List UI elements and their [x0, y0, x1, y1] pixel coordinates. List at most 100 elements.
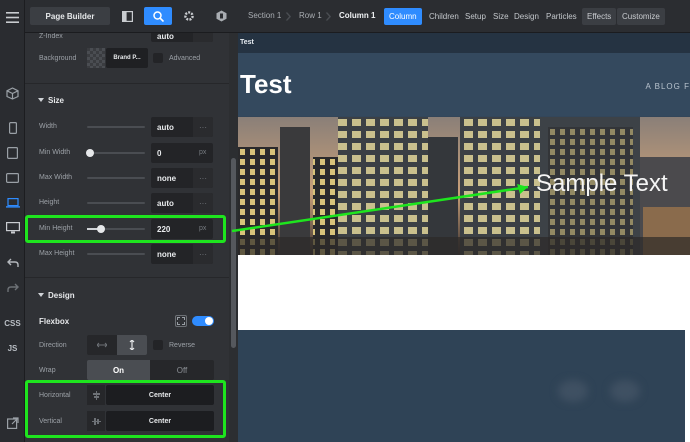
sample-text[interactable]: Sample Text [536, 170, 668, 198]
blurred-element [558, 380, 588, 402]
css-label: CSS [4, 318, 21, 328]
external-link-icon[interactable] [4, 416, 21, 430]
breadcrumb-column[interactable]: Column 1 [339, 11, 375, 20]
max-width-unit-button[interactable]: ··· [193, 168, 213, 188]
design-section-label: Design [48, 291, 75, 300]
tab-children[interactable]: Children [424, 8, 464, 25]
height-value: auto [157, 199, 174, 208]
panel-toggle-icon[interactable] [116, 7, 138, 25]
caret-down-icon [38, 98, 44, 102]
wrap-off-label: Off [176, 365, 188, 375]
min-width-slider-knob[interactable] [86, 149, 94, 157]
left-icon-rail: CSS JS [0, 0, 25, 442]
blurred-element [610, 380, 640, 402]
min-width-row: Min Width 0 px [25, 142, 236, 164]
tablet-portrait-icon[interactable] [4, 146, 21, 160]
undo-icon[interactable] [4, 256, 21, 270]
flexbox-label: Flexbox [39, 317, 70, 326]
background-swatch[interactable] [87, 48, 105, 68]
breadcrumb-section[interactable]: Section 1 [248, 11, 281, 20]
divider [25, 277, 236, 278]
canvas-top-label: Test [240, 39, 254, 46]
width-unit-button[interactable]: ··· [193, 117, 213, 137]
tab-design[interactable]: Design [509, 8, 544, 25]
reverse-label: Reverse [169, 342, 196, 349]
height-unit: ··· [199, 198, 207, 208]
tab-effects[interactable]: Effects [582, 8, 617, 25]
width-row: Width auto ··· [25, 116, 236, 138]
min-width-slider[interactable] [86, 149, 145, 157]
background-brand-value: Brand P... [113, 55, 141, 61]
flexbox-toggle[interactable] [192, 316, 214, 326]
max-height-label: Max Height [39, 250, 75, 257]
max-height-unit-button[interactable]: ··· [193, 244, 213, 264]
max-height-unit: ··· [199, 249, 207, 259]
cube-icon[interactable] [4, 86, 21, 100]
size-section-header[interactable]: Size [38, 96, 64, 105]
height-row: Height auto ··· [25, 192, 236, 214]
redo-icon[interactable] [4, 281, 21, 295]
site-title[interactable]: Test [240, 69, 292, 100]
hamburger-menu-icon[interactable] [4, 10, 21, 24]
tab-setup[interactable]: Setup [460, 8, 491, 25]
tab-column[interactable]: Column [384, 8, 422, 25]
width-slider[interactable] [87, 126, 145, 128]
zindex-label: Z-Index [39, 33, 63, 40]
tab-customize[interactable]: Customize [617, 8, 665, 25]
flexbox-row: Flexbox [25, 311, 236, 333]
size-section-label: Size [48, 96, 65, 105]
search-icon[interactable] [144, 7, 172, 25]
gear-icon[interactable] [178, 7, 200, 25]
city-night-image[interactable]: Sample Text [238, 117, 690, 255]
reverse-checkbox[interactable] [153, 340, 163, 350]
min-height-highlight [25, 215, 226, 243]
site-header [238, 53, 690, 116]
direction-row: Direction Reverse [25, 334, 236, 356]
wrap-label: Wrap [39, 367, 56, 374]
top-toolbar: Page Builder Section 1 › Row 1 › Column … [25, 0, 690, 33]
design-section-header[interactable]: Design [38, 291, 75, 300]
max-width-label: Max Width [39, 174, 73, 181]
footer-area [238, 330, 690, 442]
page-builder-button[interactable]: Page Builder [30, 7, 110, 25]
tab-particles[interactable]: Particles [541, 8, 582, 25]
direction-row-option[interactable] [87, 335, 117, 355]
min-width-unit[interactable]: px [199, 149, 206, 156]
flexbox-expand-icon[interactable] [175, 315, 187, 327]
max-height-value: none [157, 250, 177, 259]
canvas-admin-bar: Test [238, 33, 690, 53]
direction-column-option[interactable] [117, 335, 147, 355]
advanced-checkbox[interactable] [153, 53, 163, 63]
background-brand-picker[interactable]: Brand P... [106, 48, 148, 68]
divider [25, 83, 236, 84]
panel-scrollbar[interactable] [229, 33, 238, 442]
page-builder-label: Page Builder [45, 11, 95, 21]
breadcrumb-separator: › [325, 5, 332, 27]
zindex-more-button[interactable]: ··· [193, 33, 213, 42]
max-width-row: Max Width none ··· [25, 167, 236, 189]
flexbox-toggle-knob [205, 317, 213, 325]
height-label: Height [39, 199, 60, 206]
js-label: JS [7, 343, 18, 353]
height-slider[interactable] [87, 202, 145, 204]
brand-icon[interactable] [210, 7, 232, 25]
breadcrumb-separator: › [285, 5, 292, 27]
direction-label: Direction [39, 342, 67, 349]
breadcrumb-row[interactable]: Row 1 [299, 11, 322, 20]
desktop-icon[interactable] [4, 221, 21, 235]
width-label: Width [39, 123, 57, 130]
laptop-icon[interactable] [4, 196, 21, 210]
max-height-slider[interactable] [87, 253, 145, 255]
max-width-value: none [157, 174, 177, 183]
css-button[interactable]: CSS [4, 316, 21, 330]
mobile-icon[interactable] [4, 121, 21, 135]
height-unit-button[interactable]: ··· [193, 193, 213, 213]
content-area [238, 255, 690, 330]
wrap-off-option[interactable]: Off [150, 360, 214, 380]
wrap-on-option[interactable]: On [87, 360, 150, 380]
js-button[interactable]: JS [4, 341, 21, 355]
preview-canvas: Test Test A BLOG F Sample Text [238, 33, 690, 442]
panel-scrollbar-thumb[interactable] [231, 158, 236, 348]
max-width-slider[interactable] [87, 177, 145, 179]
tablet-landscape-icon[interactable] [4, 171, 21, 185]
